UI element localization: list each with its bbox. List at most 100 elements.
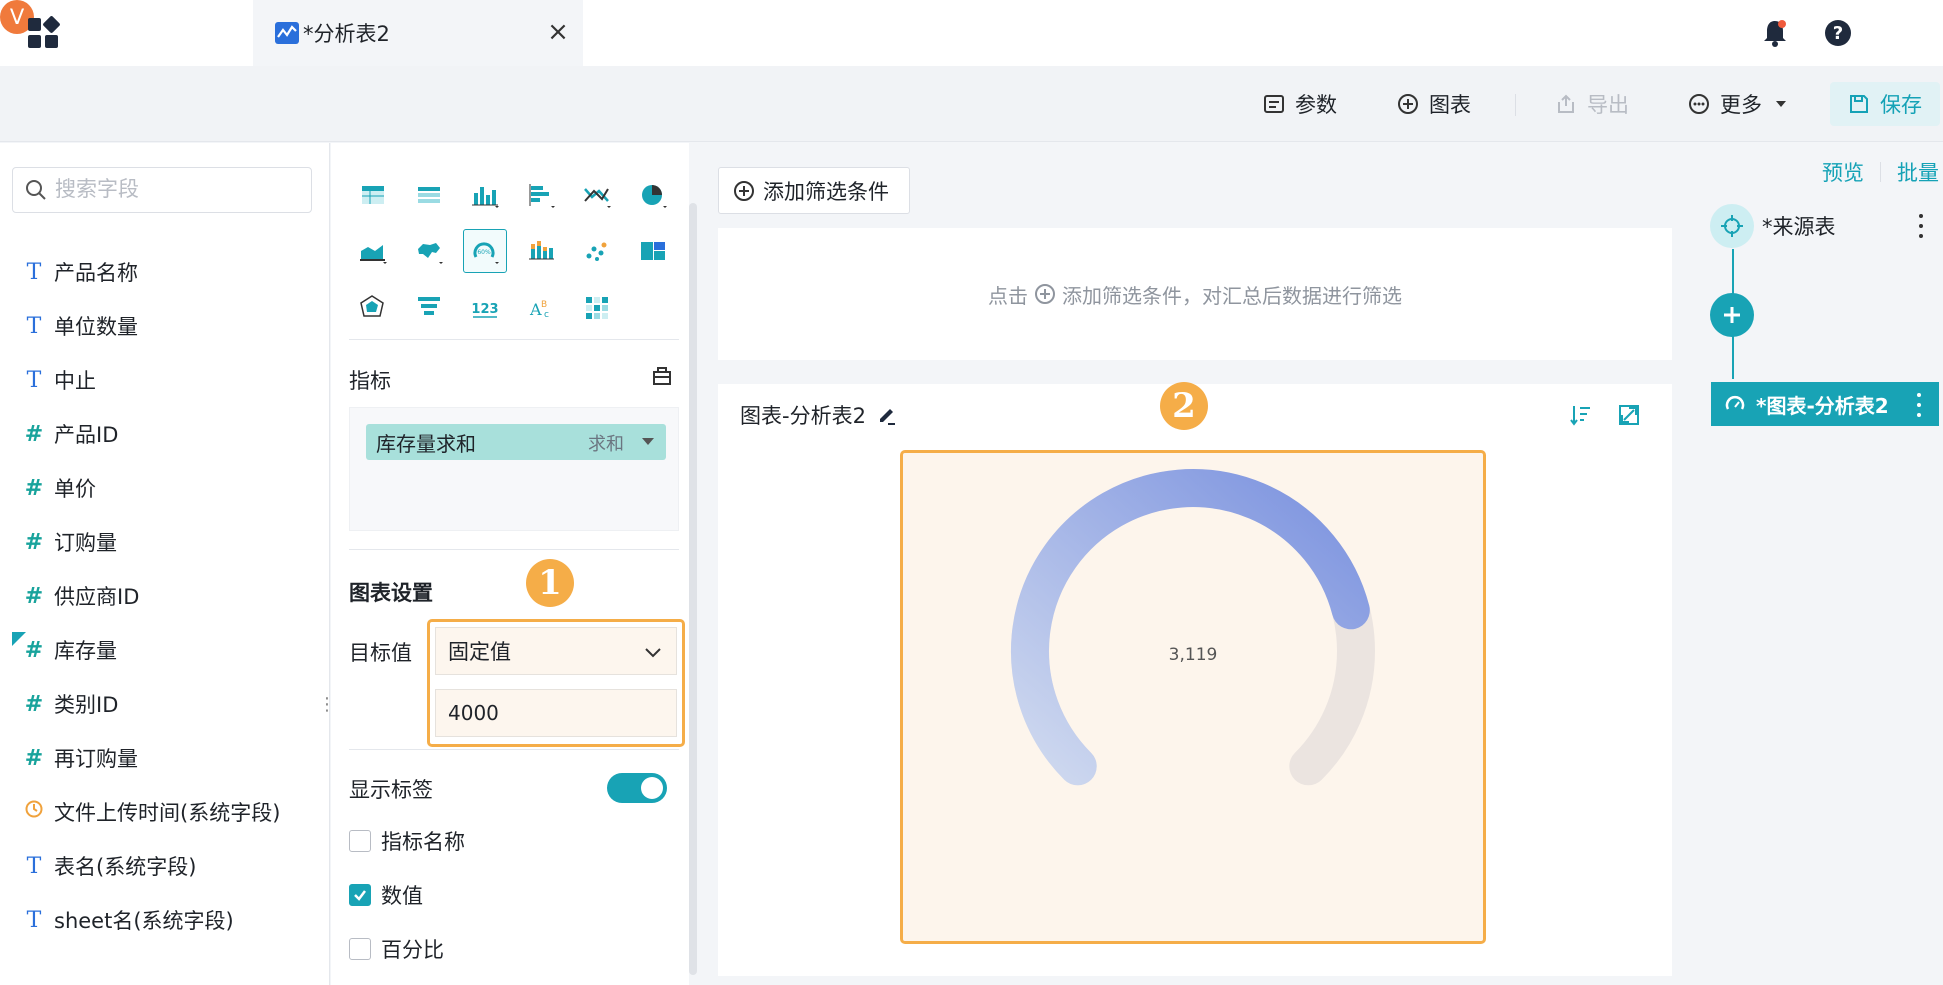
target-mode-value: 固定值: [448, 640, 511, 664]
chart-type-line-icon[interactable]: [575, 173, 619, 217]
field-item[interactable]: T 产品名称: [20, 252, 138, 292]
chart-type-kpi-icon[interactable]: 123: [463, 285, 507, 329]
search-input[interactable]: [55, 178, 285, 202]
chart-type-gauge-icon[interactable]: 60%: [463, 229, 507, 273]
checkbox-icon[interactable]: [349, 938, 371, 960]
chart-type-radar-icon[interactable]: [351, 285, 395, 329]
top-bar: *分析表2 × ? V: [0, 0, 1943, 66]
chart-type-area-icon[interactable]: [351, 229, 395, 273]
chart-label: 图表: [1429, 93, 1471, 117]
chart-type-hbar-icon[interactable]: [519, 173, 563, 217]
text-type-icon: T: [26, 907, 42, 933]
add-node-button[interactable]: [1710, 293, 1754, 337]
field-label: 库存量: [54, 639, 117, 663]
target-mode-select[interactable]: 固定值: [435, 627, 677, 675]
add-chart-button[interactable]: 图表: [1397, 84, 1471, 124]
filter-area: 点击 添加筛选条件，对汇总后数据进行筛选: [718, 228, 1672, 360]
expand-icon[interactable]: [1616, 402, 1642, 428]
checkbox-percent[interactable]: 百分比: [349, 934, 444, 964]
chart-type-map-icon[interactable]: [407, 229, 451, 273]
chart-type-scatter-icon[interactable]: [575, 229, 619, 273]
chart-type-bar-icon[interactable]: [463, 173, 507, 217]
metric-settings-icon[interactable]: [651, 365, 673, 387]
divider: [349, 549, 679, 550]
chart-card: 图表-分析表2 3,119: [718, 384, 1672, 976]
caret-down-icon[interactable]: [642, 438, 654, 445]
gauge-chart[interactable]: 3,119: [903, 453, 1483, 941]
search-box[interactable]: [12, 167, 312, 213]
chart-type-wordcloud-icon[interactable]: ABc: [519, 285, 563, 329]
metric-pill[interactable]: 库存量求和 求和: [366, 424, 666, 460]
field-item[interactable]: # 类别ID: [20, 684, 119, 724]
help-icon[interactable]: ?: [1818, 13, 1858, 53]
chart-node[interactable]: *图表-分析表2: [1711, 382, 1939, 426]
field-label: 产品名称: [54, 261, 138, 285]
field-item[interactable]: # 订购量: [20, 522, 117, 562]
caret-down-icon: [1776, 101, 1786, 107]
chart-type-funnel-icon[interactable]: [407, 285, 451, 329]
params-button[interactable]: 参数: [1263, 84, 1337, 124]
field-item[interactable]: 文件上传时间(系统字段): [20, 792, 280, 832]
more-button[interactable]: 更多: [1688, 84, 1794, 124]
chart-type-stacked-icon[interactable]: [519, 229, 563, 273]
checkbox-icon[interactable]: [349, 830, 371, 852]
field-item[interactable]: # 库存量: [12, 630, 117, 670]
gauge-container[interactable]: 3,119: [900, 450, 1486, 944]
show-label-text: 显示标签: [349, 778, 433, 802]
toolbar-divider: [1515, 94, 1516, 116]
field-item[interactable]: # 供应商ID: [20, 576, 140, 616]
metric-pill-label: 库存量求和: [376, 431, 476, 456]
metric-aggregation[interactable]: 求和: [588, 430, 624, 456]
chart-type-heatmap-icon[interactable]: [575, 285, 619, 329]
field-item[interactable]: T 表名(系统字段): [20, 846, 197, 886]
checkbox-metric-name[interactable]: 指标名称: [349, 826, 465, 856]
app-grid-icon[interactable]: [26, 16, 60, 50]
chart-type-table-icon[interactable]: [351, 173, 395, 217]
more-vertical-icon[interactable]: [1914, 393, 1924, 417]
tab-analysis-2[interactable]: *分析表2 ×: [253, 0, 583, 66]
more-vertical-icon[interactable]: [1916, 214, 1926, 238]
text-type-icon: T: [26, 313, 42, 339]
params-icon: [1264, 95, 1284, 113]
chart-type-pie-icon[interactable]: [631, 173, 675, 217]
export-label: 导出: [1587, 93, 1629, 117]
export-button[interactable]: 导出: [1555, 84, 1629, 124]
show-label-toggle[interactable]: [607, 773, 667, 803]
checkbox-value[interactable]: 数值: [349, 880, 423, 910]
panel-resize-handle[interactable]: ⋮: [318, 696, 336, 727]
edit-icon[interactable]: [876, 404, 898, 426]
sort-icon[interactable]: [1568, 402, 1594, 428]
checkbox-checked-icon[interactable]: [349, 884, 371, 906]
plus-icon: [1724, 307, 1740, 323]
chart-type-pivot-icon[interactable]: [407, 173, 451, 217]
add-filter-button[interactable]: 添加筛选条件: [718, 167, 910, 214]
preview-link[interactable]: 预览: [1822, 157, 1864, 187]
field-item[interactable]: # 产品ID: [20, 414, 119, 454]
field-label: 类别ID: [54, 693, 119, 717]
source-table-node[interactable]: *来源表: [1710, 203, 1940, 249]
filter-hint-suffix: 添加筛选条件，对汇总后数据进行筛选: [1062, 283, 1402, 308]
source-node-label: *来源表: [1762, 215, 1836, 239]
chart-node-label: *图表-分析表2: [1756, 393, 1889, 418]
divider: [349, 749, 679, 750]
save-button[interactable]: 保存: [1830, 82, 1940, 126]
field-item[interactable]: T 单位数量: [20, 306, 138, 346]
batch-link[interactable]: 批量: [1897, 157, 1939, 187]
step-badge-2: 2: [1160, 382, 1208, 430]
chart-type-treemap-icon[interactable]: [631, 229, 675, 273]
text-type-icon: T: [26, 367, 42, 393]
field-label: 中止: [54, 369, 96, 393]
close-icon[interactable]: ×: [541, 15, 575, 49]
bell-icon[interactable]: [1755, 13, 1795, 53]
chart-title-text: 图表-分析表2: [740, 404, 866, 428]
toolbar: 参数 图表 导出 更多: [0, 66, 1943, 142]
number-type-icon: #: [24, 745, 44, 771]
field-item[interactable]: # 单价: [20, 468, 96, 508]
field-item[interactable]: # 再订购量: [20, 738, 138, 778]
number-type-icon: #: [24, 529, 44, 555]
field-item[interactable]: T 中止: [20, 360, 96, 400]
field-item[interactable]: Tsheet名(系统字段): [20, 900, 234, 940]
scrollbar[interactable]: [689, 203, 697, 975]
target-value-input[interactable]: 4000: [435, 689, 677, 737]
metric-drop-zone[interactable]: 库存量求和 求和: [349, 407, 679, 531]
